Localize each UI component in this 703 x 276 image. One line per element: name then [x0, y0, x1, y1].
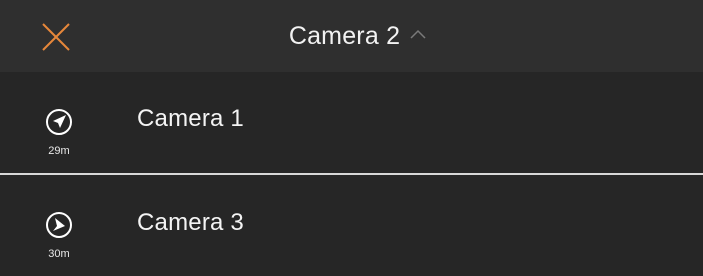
- close-icon: [42, 23, 70, 51]
- direction-indicator: 29m: [36, 108, 82, 157]
- navigation-arrow-icon: [46, 109, 72, 135]
- camera-list-item[interactable]: 29m Camera 1: [0, 72, 703, 173]
- camera-selector-header: Camera 2: [0, 0, 703, 72]
- distance-label: 29m: [48, 145, 70, 157]
- camera-dropdown-toggle[interactable]: Camera 2: [277, 22, 426, 51]
- camera-list-item[interactable]: 30m Camera 3: [0, 175, 703, 276]
- camera-name: Camera 3: [137, 209, 244, 236]
- camera-list: 29m Camera 1 30m Camera 3: [0, 72, 703, 276]
- navigation-arrow-icon: [46, 212, 72, 238]
- distance-label: 30m: [48, 248, 70, 260]
- close-button[interactable]: [40, 21, 72, 53]
- camera-name: Camera 1: [137, 105, 244, 132]
- direction-indicator: 30m: [36, 211, 82, 260]
- current-camera-title: Camera 2: [288, 21, 401, 50]
- chevron-up-icon: [410, 29, 426, 39]
